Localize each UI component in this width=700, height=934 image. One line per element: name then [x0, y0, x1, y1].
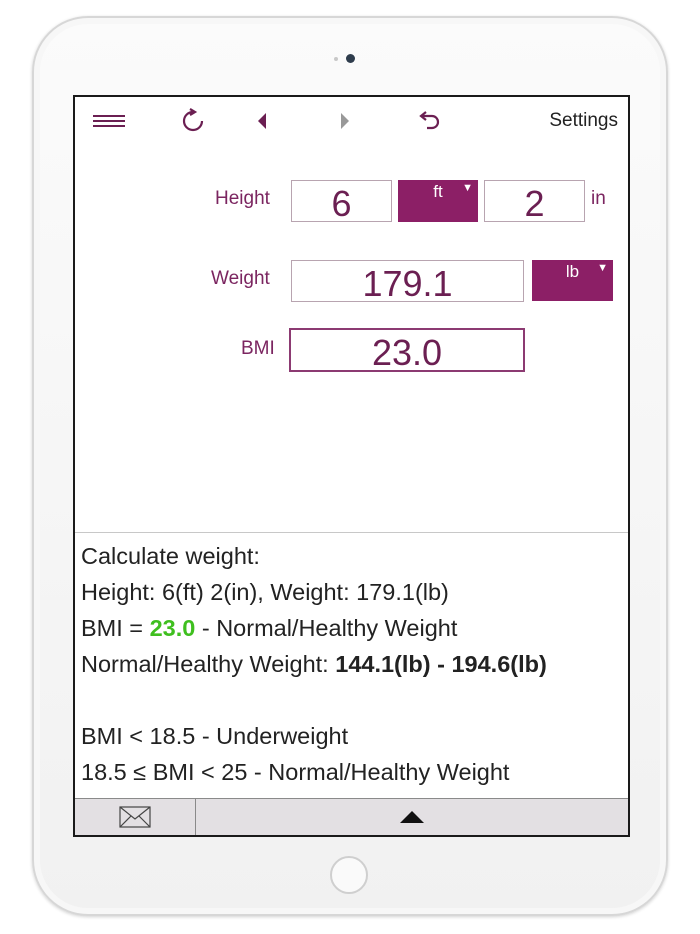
- weight-input[interactable]: 179.1: [291, 260, 524, 304]
- toolbar: Settings: [75, 97, 628, 149]
- healthy-range-value: 144.1(lb) - 194.6(lb): [335, 651, 547, 677]
- category-row: 18.5 ≤ BMI < 25 - Normal/Healthy Weight: [81, 759, 510, 785]
- height-label: Height: [215, 188, 270, 209]
- results-height-weight: Height: 6(ft) 2(in), Weight: 179.1(lb): [81, 579, 449, 605]
- caret-down-icon: ▼: [597, 262, 608, 274]
- weight-unit-label: lb: [565, 262, 580, 281]
- results-bmi-line: BMI = 23.0 - Normal/Healthy Weight: [81, 610, 628, 646]
- bmi-result-value: 23.0: [149, 615, 196, 641]
- healthy-prefix: Normal/Healthy Weight:: [81, 651, 336, 677]
- results-healthy-range: Normal/Healthy Weight: 144.1(lb) - 194.6…: [81, 646, 628, 682]
- menu-icon[interactable]: [91, 103, 127, 139]
- weight-label: Weight: [211, 268, 270, 289]
- triangle-up-icon: [400, 811, 424, 823]
- settings-button[interactable]: Settings: [549, 103, 618, 139]
- height-unit-dropdown[interactable]: ft ▼: [398, 180, 478, 222]
- front-camera: [346, 54, 355, 63]
- refresh-icon[interactable]: [175, 103, 211, 139]
- category-row: BMI < 18.5 - Underweight: [81, 723, 349, 749]
- height-unit-label: ft: [433, 182, 443, 201]
- mail-button[interactable]: [75, 799, 196, 835]
- caret-down-icon: ▼: [462, 182, 473, 194]
- bottom-bar: [75, 798, 628, 835]
- expand-button[interactable]: [196, 799, 628, 835]
- sensor-dot: [334, 57, 338, 61]
- back-arrow-icon[interactable]: [247, 103, 277, 139]
- results-heading: Calculate weight:: [81, 543, 260, 569]
- mail-icon: [119, 806, 151, 828]
- home-button[interactable]: [330, 856, 368, 894]
- forward-arrow-icon[interactable]: [330, 103, 360, 139]
- bmi-output: 23.0: [289, 328, 525, 373]
- height-inches-input[interactable]: 2: [484, 180, 585, 224]
- bmi-category: - Normal/Healthy Weight: [195, 615, 458, 641]
- undo-icon[interactable]: [411, 103, 447, 139]
- results-spacer: [81, 682, 628, 718]
- weight-unit-dropdown[interactable]: lb ▼: [532, 260, 613, 301]
- inches-unit-label: in: [591, 188, 606, 209]
- divider: [75, 532, 628, 533]
- bmi-prefix: BMI =: [81, 615, 150, 641]
- bmi-label: BMI: [241, 338, 275, 359]
- height-feet-input[interactable]: 6: [291, 180, 392, 224]
- app-screen: Settings Height 6 ft ▼ 2 in Weight 179.1…: [73, 95, 630, 837]
- results-panel: Calculate weight: Height: 6(ft) 2(in), W…: [81, 538, 628, 826]
